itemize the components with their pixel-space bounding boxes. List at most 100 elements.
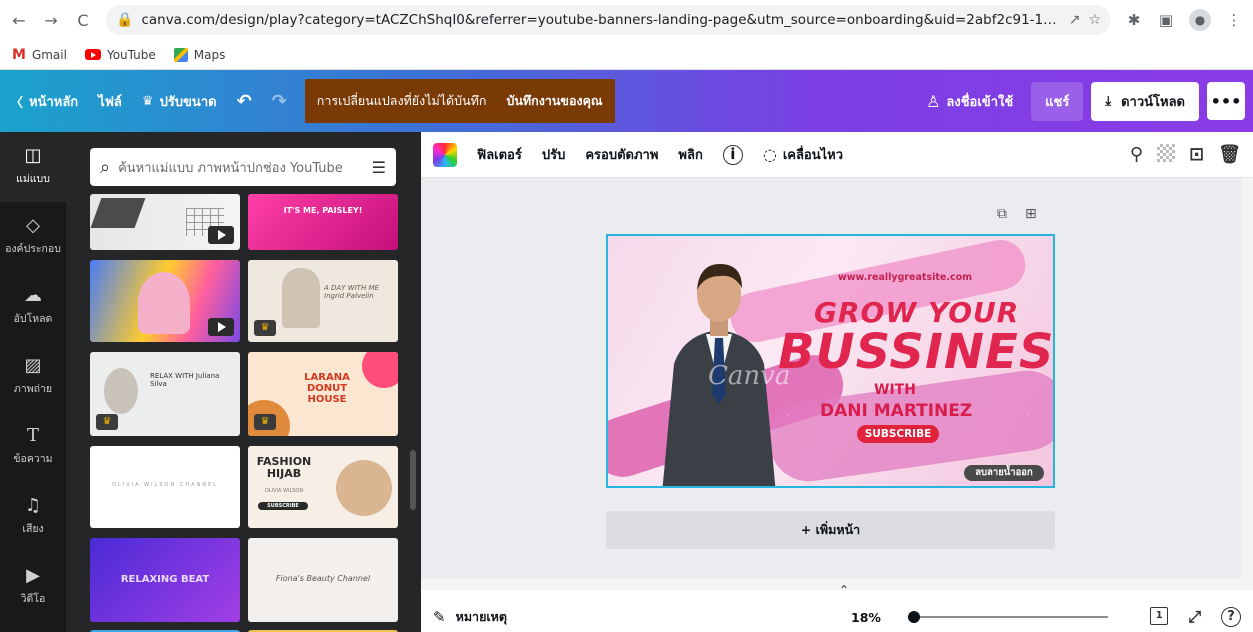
menu-kebab-icon[interactable]: ⋮ — [1225, 11, 1243, 29]
trash-icon[interactable]: 🗑 — [1218, 144, 1241, 165]
adjust-button[interactable]: ปรับ — [542, 144, 566, 165]
bookmark-maps[interactable]: Maps — [173, 47, 225, 62]
transparency-icon[interactable] — [1157, 144, 1176, 162]
banner-design[interactable]: Canva www.reallygreatsite.com GROW YOUR … — [606, 234, 1055, 488]
crop-button[interactable]: ครอบตัดภาพ — [585, 144, 658, 165]
canvas-horizontal-scrollbar[interactable] — [421, 578, 1241, 590]
zoom-slider-handle[interactable] — [908, 611, 920, 623]
more-button[interactable]: ••• — [1207, 82, 1245, 120]
template-tile-paisley[interactable]: IT'S ME, PAISLEY! — [248, 194, 398, 250]
bookmark-star-icon[interactable]: ☆ — [1088, 12, 1101, 28]
filter-button[interactable]: ฟิลเตอร์ — [477, 144, 522, 165]
tile-title: LARANA DONUT HOUSE — [304, 372, 350, 405]
signin-label: ลงชื่อเข้าใช้ — [946, 94, 1014, 110]
bookmark-youtube[interactable]: YouTube — [84, 47, 156, 62]
url-text[interactable]: canva.com/design/play?category=tACZChShq… — [141, 12, 1060, 28]
color-picker-icon[interactable] — [433, 142, 457, 167]
save-work-link[interactable]: บันทึกงานของคุณ — [506, 91, 602, 111]
design-headline-2: BUSSINESS — [778, 324, 1053, 380]
remove-watermark-button[interactable]: ลบลายน้ำออก — [964, 465, 1044, 481]
zoom-level: 18% — [851, 610, 881, 625]
play-icon — [208, 318, 234, 336]
template-tile-ingrid[interactable]: A DAY WITH ME Ingrid Palvelin ♛ — [248, 260, 398, 342]
notes-button[interactable]: ✎ หมายเหตุ — [433, 607, 507, 627]
notes-label: หมายเหตุ — [455, 609, 508, 624]
chevron-up-icon[interactable]: ⌃ — [839, 583, 849, 597]
file-menu[interactable]: ไฟล์ — [88, 70, 132, 132]
shapes-icon: ◇ — [26, 215, 40, 236]
template-tile-donut[interactable]: LARANA DONUT HOUSE ♛ — [248, 352, 398, 436]
tile-title: A DAY WITH ME Ingrid Palvelin — [324, 284, 379, 300]
video-icon: ▶ — [26, 565, 40, 586]
rail-label: ภาพถ่าย — [13, 383, 53, 395]
template-tile-desk[interactable] — [90, 194, 240, 250]
reload-icon[interactable]: C — [74, 11, 92, 30]
template-tile-hijab[interactable]: FASHION HIJAB OLIVIA WILSON SUBSCRIBE — [248, 446, 398, 528]
rail-elements[interactable]: ◇ องค์ประกอบ — [0, 202, 66, 272]
add-page-button[interactable]: + เพิ่มหน้า — [606, 511, 1055, 549]
template-tile-olivia[interactable]: OLIVIA WILSON CHANNEL — [90, 446, 240, 528]
info-icon[interactable]: i — [722, 144, 743, 165]
rail-label: ข้อความ — [13, 453, 53, 465]
rail-audio[interactable]: ♫ เสียง — [0, 482, 66, 552]
lock-icon[interactable]: ⊡ — [1189, 144, 1204, 165]
download-label: ดาวน์โหลด — [1121, 94, 1185, 110]
bookmarks-bar: M Gmail YouTube Maps — [0, 40, 1253, 70]
panel-scrollbar[interactable] — [410, 450, 416, 510]
resize-label: ปรับขนาด — [159, 94, 217, 110]
address-bar[interactable]: 🔒 canva.com/design/play?category=tACZChS… — [106, 5, 1111, 35]
tile-subscribe: SUBSCRIBE — [258, 502, 308, 510]
zoom-slider[interactable] — [908, 616, 1108, 618]
rail-photos[interactable]: ▨ ภาพถ่าย — [0, 342, 66, 412]
rail-text[interactable]: T ข้อความ — [0, 412, 66, 482]
sidepanel-icon[interactable]: ▣ — [1157, 11, 1175, 29]
resize-button[interactable]: ♛ ปรับขนาด — [132, 70, 227, 132]
redo-button[interactable]: ↷ — [262, 70, 297, 132]
fullscreen-icon[interactable]: ⤢ — [1188, 607, 1201, 627]
flip-button[interactable]: พลิก — [678, 144, 702, 165]
woman-photo — [282, 268, 320, 328]
chevron-left-icon: 〈 — [10, 95, 24, 111]
animate-button[interactable]: ◌ เคลื่อนไหว — [763, 144, 843, 165]
canvas-vertical-scrollbar[interactable] — [1241, 178, 1253, 590]
forward-icon[interactable]: → — [42, 11, 60, 30]
youtube-icon — [84, 49, 101, 60]
download-button[interactable]: ⤓ ดาวน์โหลด — [1091, 81, 1199, 121]
rail-video[interactable]: ▶ วิดีโอ — [0, 552, 66, 622]
share-icon[interactable]: ↗ — [1069, 12, 1081, 28]
rail-uploads[interactable]: ☁ อัปโหลด — [0, 272, 66, 342]
home-label: หน้าหลัก — [29, 94, 79, 110]
canvas-area: ⧉ ⊞ Canva www.reallygreatsite.com GROW Y… — [421, 178, 1253, 597]
extensions-icon[interactable]: ✱ — [1125, 11, 1143, 29]
bookmark-gmail[interactable]: M Gmail — [12, 47, 67, 63]
duplicate-page-icon[interactable]: ⧉ — [997, 206, 1007, 222]
crown-icon: ♛ — [254, 414, 276, 430]
bookmark-label: YouTube — [106, 47, 156, 62]
undo-button[interactable]: ↶ — [227, 70, 262, 132]
maps-icon — [173, 47, 188, 62]
user-icon: ♙ — [926, 91, 941, 111]
template-search-input[interactable]: ⌕ ค้นหาแม่แบบ ภาพหน้าปกช่อง YouTube ☰ — [90, 148, 396, 186]
home-button[interactable]: 〈 หน้าหลัก — [0, 70, 88, 132]
filter-sliders-icon[interactable]: ☰ — [372, 158, 386, 177]
add-page-icon[interactable]: ⊞ — [1025, 206, 1037, 222]
side-rail: ◫ แม่แบบ ◇ องค์ประกอบ ☁ อัปโหลด ▨ ภาพถ่าย Tข… — [0, 132, 66, 632]
file-label: ไฟล์ — [98, 94, 122, 110]
design-name: DANI MARTINEZ — [820, 401, 973, 421]
template-tile-juliana[interactable]: RELAX WITH Juliana Silva ♛ — [90, 352, 240, 436]
child-photo — [336, 460, 392, 516]
template-tile-colorful[interactable] — [90, 260, 240, 342]
page-count-button[interactable]: 1 — [1150, 607, 1169, 625]
help-icon[interactable]: ? — [1221, 607, 1241, 627]
notes-icon: ✎ — [433, 608, 446, 626]
template-grid: IT'S ME, PAISLEY! A DAY WITH ME Ingrid P… — [90, 194, 400, 632]
template-tile-relaxing-beat[interactable]: RELAXING BEAT — [90, 538, 240, 622]
template-tile-fiona[interactable]: Fiona's Beauty Channel — [248, 538, 398, 622]
paint-roller-icon[interactable]: ⚲ — [1130, 144, 1143, 165]
rail-label: อัปโหลด — [13, 313, 53, 325]
back-icon[interactable]: ← — [10, 11, 28, 30]
share-button[interactable]: แชร์ — [1031, 81, 1084, 121]
profile-avatar[interactable]: ● — [1189, 9, 1211, 31]
rail-templates[interactable]: ◫ แม่แบบ — [0, 132, 66, 202]
signin-button[interactable]: ♙ ลงชื่อเข้าใช้ — [916, 91, 1023, 112]
